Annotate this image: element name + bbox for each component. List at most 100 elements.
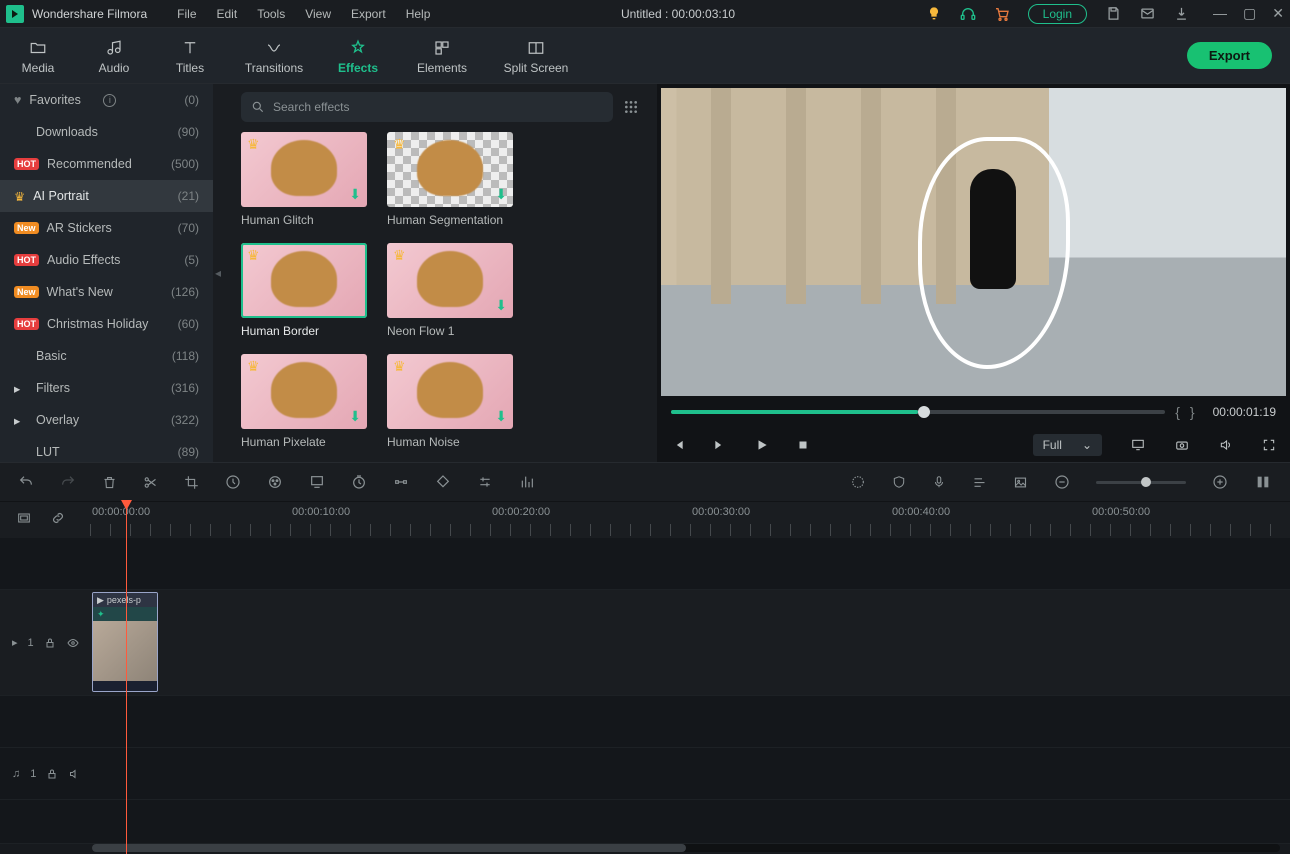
adjust-icon[interactable] bbox=[477, 474, 493, 490]
tab-elements[interactable]: Elements bbox=[396, 37, 488, 75]
speed-icon[interactable] bbox=[225, 474, 241, 490]
close-icon[interactable]: ✕ bbox=[1272, 5, 1284, 22]
lock-icon[interactable] bbox=[44, 637, 56, 649]
audio-mixer-icon[interactable] bbox=[519, 474, 535, 490]
mark-in-icon[interactable]: { bbox=[1175, 404, 1180, 420]
lock-icon[interactable] bbox=[46, 768, 58, 780]
empty-track[interactable] bbox=[0, 538, 1290, 590]
marker-icon[interactable] bbox=[850, 474, 866, 490]
menu-export[interactable]: Export bbox=[351, 7, 386, 21]
media-track-icon[interactable] bbox=[16, 510, 32, 526]
sidebar-item-basic[interactable]: Basic(118) bbox=[0, 340, 213, 372]
tab-transitions[interactable]: Transitions bbox=[228, 37, 320, 75]
tab-titles[interactable]: Titles bbox=[152, 37, 228, 75]
mask-icon[interactable] bbox=[435, 474, 451, 490]
effect-human-segmentation[interactable]: ♛⬇Human Segmentation bbox=[387, 132, 513, 227]
sidebar-item-ar-stickers[interactable]: NewAR Stickers(70) bbox=[0, 212, 213, 244]
sidebar-item-lut[interactable]: LUT(89) bbox=[0, 436, 213, 462]
crop-icon[interactable] bbox=[184, 475, 199, 490]
mail-icon[interactable] bbox=[1139, 6, 1155, 22]
clip-play-icon: ▶ bbox=[97, 595, 104, 606]
timeline-ruler[interactable]: 00:00:00:00 00:00:10:00 00:00:20:00 00:0… bbox=[0, 502, 1290, 538]
menu-help[interactable]: Help bbox=[406, 7, 431, 21]
levels-icon[interactable] bbox=[1254, 474, 1272, 490]
lightbulb-icon[interactable] bbox=[926, 6, 942, 22]
next-frame-icon[interactable] bbox=[713, 438, 727, 452]
search-input[interactable]: Search effects bbox=[241, 92, 613, 122]
effect-human-glitch[interactable]: ♛⬇Human Glitch bbox=[241, 132, 367, 227]
zoom-slider[interactable] bbox=[1096, 481, 1186, 484]
scrub-track[interactable] bbox=[671, 410, 1165, 414]
audio-sync-icon[interactable] bbox=[972, 475, 987, 490]
delete-icon[interactable] bbox=[102, 475, 117, 490]
volume-icon[interactable] bbox=[1218, 438, 1234, 452]
display-icon[interactable] bbox=[1130, 438, 1146, 452]
eye-icon[interactable] bbox=[66, 637, 80, 649]
playhead[interactable] bbox=[126, 502, 127, 854]
mark-out-icon[interactable]: } bbox=[1190, 404, 1195, 420]
shield-icon[interactable] bbox=[892, 474, 906, 490]
sidebar-item-recommended[interactable]: HOTRecommended(500) bbox=[0, 148, 213, 180]
tab-row: Media Audio Titles Transitions Effects E… bbox=[0, 28, 1290, 84]
menu-edit[interactable]: Edit bbox=[217, 7, 238, 21]
prev-frame-icon[interactable] bbox=[671, 438, 685, 452]
login-button[interactable]: Login bbox=[1028, 4, 1087, 24]
grid-view-icon[interactable] bbox=[623, 99, 639, 115]
sidebar-item-overlay[interactable]: ▸Overlay(322) bbox=[0, 404, 213, 436]
save-icon[interactable] bbox=[1105, 6, 1121, 22]
heart-icon: ♥ bbox=[14, 93, 21, 107]
effect-human-border[interactable]: ♛Human Border bbox=[241, 243, 367, 338]
sidebar-item-favorites[interactable]: ♥Favoritesi(0) bbox=[0, 84, 213, 116]
speaker-icon[interactable] bbox=[68, 768, 81, 780]
timeline-clip[interactable]: ▶pexels-p ✦ bbox=[92, 592, 158, 692]
undo-icon[interactable] bbox=[18, 474, 34, 490]
spacer-track-2[interactable] bbox=[0, 800, 1290, 844]
tab-audio[interactable]: Audio bbox=[76, 37, 152, 75]
spacer-track[interactable] bbox=[0, 696, 1290, 748]
picture-icon[interactable] bbox=[1013, 475, 1028, 490]
green-screen-icon[interactable] bbox=[309, 474, 325, 490]
stop-icon[interactable] bbox=[797, 439, 809, 451]
headphones-icon[interactable] bbox=[960, 6, 976, 22]
color-icon[interactable] bbox=[267, 474, 283, 490]
sidebar-item-christmas[interactable]: HOTChristmas Holiday(60) bbox=[0, 308, 213, 340]
minimize-icon[interactable]: — bbox=[1213, 5, 1227, 22]
timeline-toolbar bbox=[0, 462, 1290, 502]
snapshot-icon[interactable] bbox=[1174, 438, 1190, 452]
maximize-icon[interactable]: ▢ bbox=[1243, 5, 1256, 22]
sidebar-item-whats-new[interactable]: NewWhat's New(126) bbox=[0, 276, 213, 308]
menu-file[interactable]: File bbox=[177, 7, 196, 21]
sidebar-item-filters[interactable]: ▸Filters(316) bbox=[0, 372, 213, 404]
play-icon[interactable] bbox=[755, 438, 769, 452]
sidebar-item-ai-portrait[interactable]: ♛AI Portrait(21) bbox=[0, 180, 213, 212]
preview-screen[interactable] bbox=[661, 88, 1286, 396]
quality-select[interactable]: Full⌄ bbox=[1033, 434, 1102, 456]
tab-effects[interactable]: Effects bbox=[320, 37, 396, 75]
tab-media[interactable]: Media bbox=[0, 37, 76, 75]
sidebar-item-downloads[interactable]: Downloads(90) bbox=[0, 116, 213, 148]
zoom-in-icon[interactable] bbox=[1212, 474, 1228, 490]
cart-icon[interactable] bbox=[994, 6, 1010, 22]
tab-split-screen[interactable]: Split Screen bbox=[488, 37, 584, 75]
keyframe-icon[interactable] bbox=[393, 474, 409, 490]
zoom-out-icon[interactable] bbox=[1054, 474, 1070, 490]
menu-tools[interactable]: Tools bbox=[257, 7, 285, 21]
mic-icon[interactable] bbox=[932, 474, 946, 490]
effect-neon-flow-1[interactable]: ♛⬇Neon Flow 1 bbox=[387, 243, 513, 338]
preview-timecode: 00:00:01:19 bbox=[1213, 405, 1276, 419]
menu-view[interactable]: View bbox=[305, 7, 331, 21]
audio-track[interactable]: ♫1 bbox=[0, 748, 1290, 800]
effect-human-noise[interactable]: ♛⬇Human Noise bbox=[387, 354, 513, 449]
sidebar-item-audio-effects[interactable]: HOTAudio Effects(5) bbox=[0, 244, 213, 276]
duration-icon[interactable] bbox=[351, 474, 367, 490]
video-track[interactable]: ▸1 ▶pexels-p ✦ bbox=[0, 590, 1290, 696]
sidebar-collapse-handle[interactable]: ◂ bbox=[213, 84, 223, 462]
effect-human-pixelate[interactable]: ♛⬇Human Pixelate bbox=[241, 354, 367, 449]
link-icon[interactable] bbox=[50, 510, 66, 526]
redo-icon[interactable] bbox=[60, 474, 76, 490]
download-icon[interactable] bbox=[1173, 6, 1189, 22]
fullscreen-icon[interactable] bbox=[1262, 438, 1276, 452]
timeline-scrollbar[interactable] bbox=[92, 844, 1280, 852]
export-button[interactable]: Export bbox=[1187, 42, 1272, 69]
split-icon[interactable] bbox=[143, 475, 158, 490]
